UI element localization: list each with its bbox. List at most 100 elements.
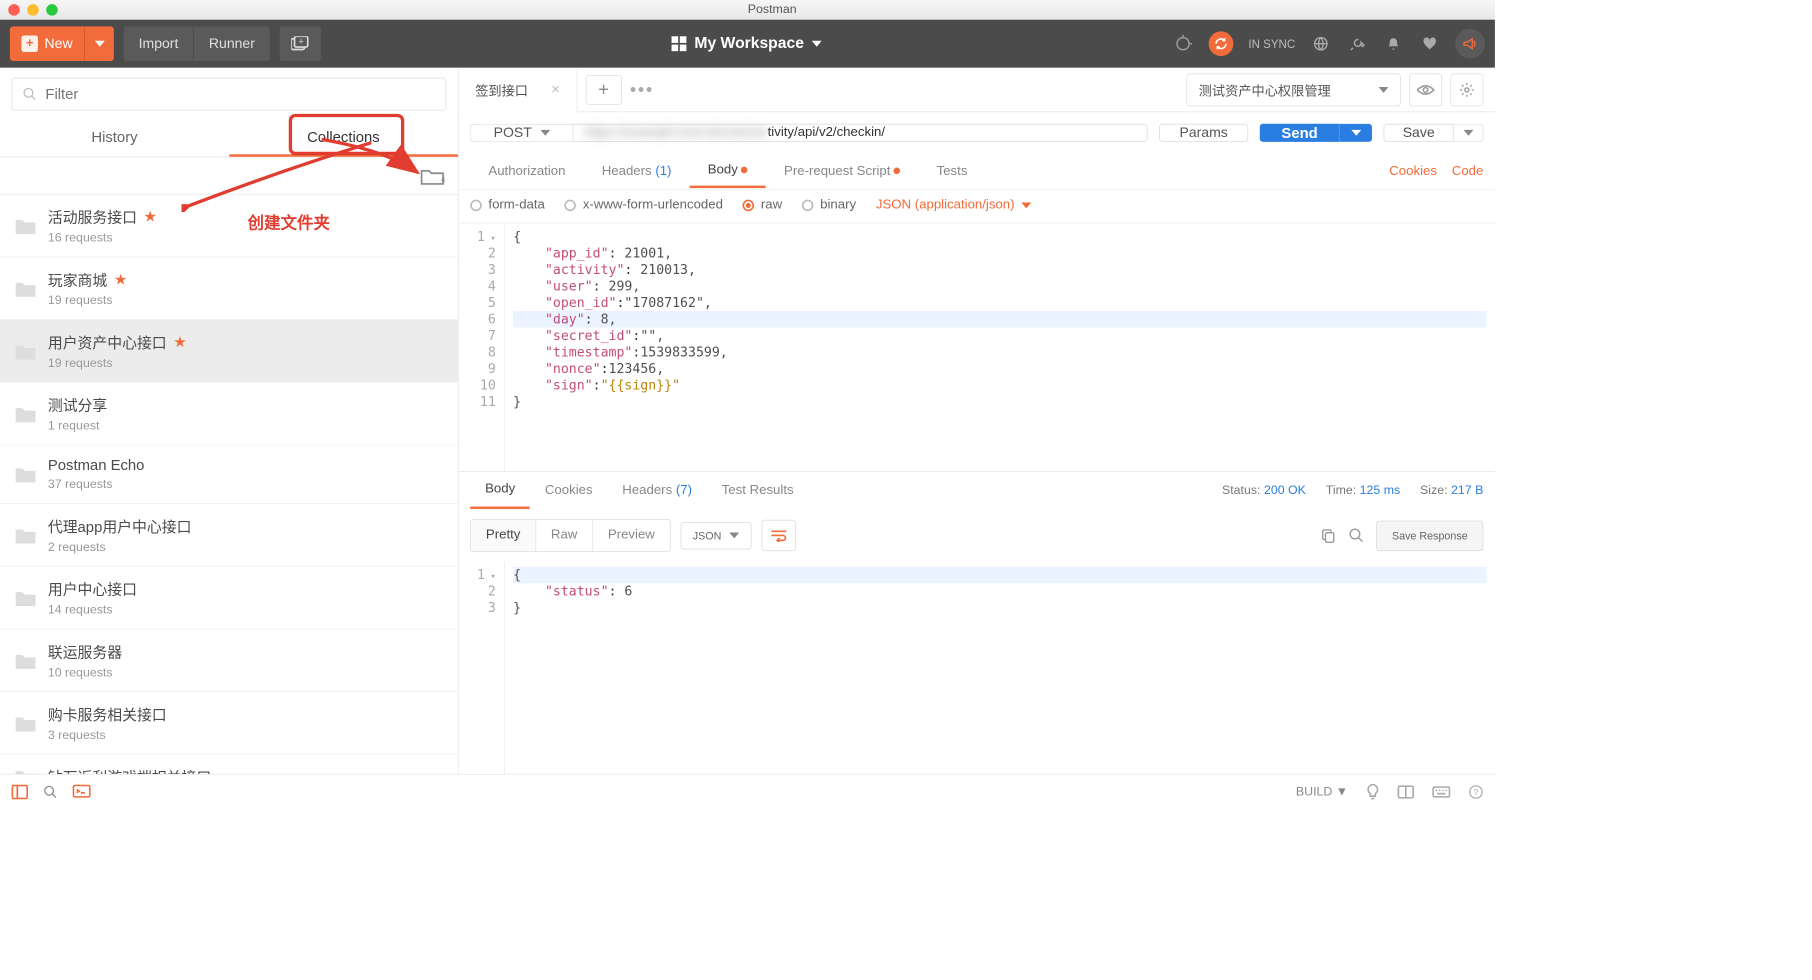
zoom-window-icon[interactable]: [46, 4, 58, 16]
collection-item[interactable]: 联运服务器10 requests: [0, 629, 458, 692]
filter-input[interactable]: [45, 85, 435, 102]
collection-item[interactable]: 代理app用户中心接口2 requests: [0, 504, 458, 567]
save-response-button[interactable]: Save Response: [1376, 520, 1483, 551]
subtab-authorization[interactable]: Authorization: [470, 156, 583, 187]
keyboard-icon[interactable]: [1432, 786, 1450, 798]
new-window-button[interactable]: +: [280, 26, 321, 61]
send-button[interactable]: Send: [1260, 124, 1339, 142]
response-toolbar: Pretty Raw Preview JSON Save Response: [459, 509, 1495, 562]
subtab-headers[interactable]: Headers (1): [584, 156, 690, 187]
resp-tab-body[interactable]: Body: [470, 472, 530, 509]
close-icon[interactable]: ×: [551, 81, 560, 98]
response-tabs: Body Cookies Headers (7) Test Results St…: [459, 471, 1495, 509]
build-mode[interactable]: BUILD ▼: [1296, 785, 1348, 799]
subtab-prerequest[interactable]: Pre-request Script: [766, 156, 919, 187]
find-icon[interactable]: [43, 784, 58, 799]
environment-quicklook[interactable]: [1409, 73, 1442, 106]
view-raw[interactable]: Raw: [536, 520, 593, 551]
runner-button[interactable]: Runner: [194, 26, 270, 61]
send-dropdown[interactable]: [1339, 124, 1372, 142]
chevron-down-icon: [1021, 200, 1031, 210]
resp-tab-cookies[interactable]: Cookies: [530, 473, 607, 508]
subtab-tests[interactable]: Tests: [918, 156, 985, 187]
radio-form-data[interactable]: form-data: [470, 198, 545, 213]
bell-icon[interactable]: [1383, 33, 1404, 54]
toolbar-right: IN SYNC: [1172, 29, 1485, 59]
import-button[interactable]: Import: [124, 26, 194, 61]
new-tab-button[interactable]: +: [585, 75, 621, 105]
save-button[interactable]: Save: [1384, 124, 1454, 142]
radio-raw[interactable]: raw: [743, 198, 782, 213]
help-icon[interactable]: ?: [1469, 784, 1484, 799]
url-tail: tivity/api/v2/checkin/: [768, 125, 885, 140]
collection-item[interactable]: 活动服务接口★16 requests: [0, 195, 458, 258]
console-icon[interactable]: [73, 784, 91, 799]
radio-urlencoded[interactable]: x-www-form-urlencoded: [565, 198, 723, 213]
top-toolbar: + New Import Runner + My Workspace IN SY…: [0, 20, 1495, 68]
response-body-editor[interactable]: 123 { "status": 6}: [459, 562, 1495, 774]
new-collection-icon[interactable]: +: [420, 166, 445, 186]
collection-item[interactable]: 用户资产中心接口★19 requests: [0, 320, 458, 383]
collection-item[interactable]: 测试分享1 request: [0, 383, 458, 446]
environment-settings[interactable]: [1450, 73, 1483, 106]
view-pretty[interactable]: Pretty: [471, 520, 536, 551]
wrap-lines-button[interactable]: [762, 520, 797, 551]
window-title: Postman: [58, 2, 1487, 16]
cookies-link[interactable]: Cookies: [1389, 164, 1437, 179]
copy-response-icon[interactable]: [1320, 527, 1337, 544]
resp-tab-tests[interactable]: Test Results: [707, 473, 809, 508]
url-input[interactable]: https://example.host.domain/ac tivity/ap…: [573, 124, 1148, 142]
method-select[interactable]: POST: [470, 124, 572, 142]
chevron-down-icon: [812, 39, 822, 49]
request-tab-active[interactable]: 签到接口 ×: [459, 68, 577, 112]
search-response-icon[interactable]: [1348, 527, 1365, 544]
bulb-icon[interactable]: [1366, 783, 1379, 800]
tab-history[interactable]: History: [0, 119, 229, 157]
plus-icon: +: [21, 35, 38, 52]
workspace-icon: [671, 36, 686, 51]
chevron-down-icon: [1379, 85, 1389, 95]
request-body-editor[interactable]: 1234567891011 { "app_id": 21001, "activi…: [459, 224, 1495, 471]
request-tab-label: 签到接口: [475, 80, 528, 100]
collection-item[interactable]: 用户中心接口14 requests: [0, 567, 458, 630]
collection-item[interactable]: 玩家商城★19 requests: [0, 257, 458, 320]
sync-status-icon[interactable]: [1209, 31, 1234, 56]
workspace-switcher[interactable]: My Workspace: [321, 35, 1173, 53]
workspace-label: My Workspace: [694, 35, 803, 53]
response-lang-select[interactable]: JSON: [680, 522, 752, 549]
close-window-icon[interactable]: [8, 4, 20, 16]
import-runner-segment: Import Runner: [124, 26, 270, 61]
heart-icon[interactable]: [1419, 33, 1440, 54]
status-bar: BUILD ▼ ?: [0, 774, 1495, 809]
view-preview[interactable]: Preview: [593, 520, 670, 551]
wrench-icon[interactable]: [1346, 33, 1367, 54]
minimize-window-icon[interactable]: [27, 4, 39, 16]
two-pane-icon[interactable]: [1398, 785, 1415, 798]
method-label: POST: [494, 125, 532, 142]
globe-icon[interactable]: [1310, 33, 1331, 54]
svg-text:+: +: [298, 37, 303, 47]
collection-item[interactable]: 购卡服务相关接口3 requests: [0, 692, 458, 755]
capture-icon[interactable]: [1172, 33, 1193, 54]
new-label: New: [45, 35, 73, 52]
traffic-lights: [8, 4, 58, 16]
resp-tab-headers[interactable]: Headers (7): [607, 473, 706, 508]
params-button[interactable]: Params: [1159, 124, 1249, 142]
new-button[interactable]: + New: [10, 26, 114, 61]
collections-list: 创建文件夹 活动服务接口★16 requests玩家商城★19 requests…: [0, 195, 458, 774]
content-type-select[interactable]: JSON (application/json): [876, 198, 1031, 213]
filter-input-wrap[interactable]: [12, 78, 447, 111]
announce-icon[interactable]: [1455, 29, 1485, 59]
sidebar-toggle-icon[interactable]: [12, 784, 29, 799]
radio-binary[interactable]: binary: [802, 198, 856, 213]
subtab-body[interactable]: Body: [690, 154, 766, 188]
environment-select[interactable]: 测试资产中心权限管理: [1186, 73, 1401, 106]
collection-item[interactable]: 钻石返利游戏端相关接口: [0, 755, 458, 774]
tab-collections[interactable]: Collections: [229, 119, 458, 157]
new-dropdown[interactable]: [84, 26, 114, 61]
save-dropdown[interactable]: [1454, 124, 1484, 142]
chevron-down-icon: [540, 128, 550, 138]
tab-options[interactable]: •••: [630, 79, 654, 100]
code-link[interactable]: Code: [1452, 164, 1484, 179]
collection-item[interactable]: Postman Echo37 requests: [0, 446, 458, 505]
